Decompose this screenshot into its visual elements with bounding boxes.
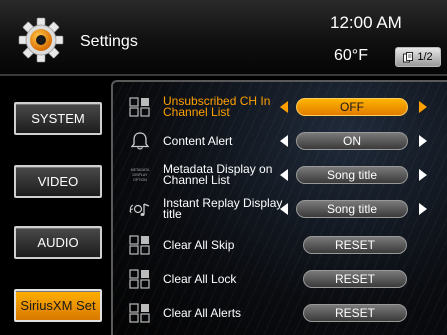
music-note-icon [129, 203, 150, 216]
svg-text:DISPLAY: DISPLAY [133, 173, 149, 177]
setting-row-unsubscribed-ch[interactable]: Unsubscribed CH In Channel List OFF [113, 90, 447, 124]
setting-label: Clear All Alerts [163, 305, 242, 320]
setting-row-metadata-display[interactable]: METADATA DISPLAY OPTION Metadata Display… [113, 158, 447, 192]
setting-label: Metadata Display on Channel List [163, 162, 273, 187]
arrow-left-icon[interactable] [280, 169, 288, 181]
setting-label: Clear All Skip [163, 237, 235, 252]
reset-button[interactable]: RESET [303, 236, 407, 254]
arrow-left-icon[interactable] [280, 135, 288, 147]
sidebar: SYSTEM VIDEO AUDIO SiriusXM Set [0, 78, 110, 335]
settings-panel: Unsubscribed CH In Channel List OFF Cont… [111, 80, 447, 335]
channel-list-icon [129, 303, 150, 323]
setting-value[interactable]: Song title [296, 166, 408, 184]
outside-temperature: 60°F [334, 47, 368, 64]
arrow-right-icon[interactable] [419, 101, 427, 113]
channel-list-icon [129, 269, 150, 289]
reset-button[interactable]: RESET [303, 304, 407, 322]
gear-icon [18, 17, 64, 63]
setting-value[interactable]: Song title [296, 200, 408, 218]
clock: 12:00 AM [330, 13, 402, 32]
setting-value[interactable]: OFF [296, 98, 408, 116]
setting-row-instant-replay[interactable]: Instant Replay Display title Song title [113, 192, 447, 226]
arrow-right-icon[interactable] [419, 203, 427, 215]
setting-value[interactable]: ON [296, 132, 408, 150]
page-number: 1/2 [417, 51, 433, 63]
header-bar: Settings 12:00 AM 60°F 1/2 [0, 0, 447, 76]
setting-row-clear-all-skip[interactable]: Clear All Skip RESET [113, 228, 447, 262]
arrow-left-icon[interactable] [280, 101, 288, 113]
sidebar-item-label: SiriusXM Set [20, 298, 96, 313]
setting-label: Instant Replay Display title [163, 196, 283, 221]
arrow-right-icon[interactable] [419, 135, 427, 147]
setting-label: Clear All Lock [163, 271, 237, 286]
sidebar-item-video[interactable]: VIDEO [14, 165, 102, 198]
channel-list-icon [129, 97, 150, 117]
sidebar-item-siriusxm-set[interactable]: SiriusXM Set [14, 289, 102, 322]
sidebar-item-system[interactable]: SYSTEM [14, 102, 102, 135]
setting-row-clear-all-alerts[interactable]: Clear All Alerts RESET [113, 296, 447, 330]
reset-button[interactable]: RESET [303, 270, 407, 288]
page-title: Settings [80, 33, 138, 50]
settings-screen: Settings 12:00 AM 60°F 1/2 SYSTEM VIDEO … [0, 0, 447, 335]
page-indicator-button[interactable]: 1/2 [395, 47, 441, 67]
arrow-left-icon[interactable] [280, 203, 288, 215]
sidebar-item-label: AUDIO [37, 235, 79, 250]
svg-text:METADATA: METADATA [131, 168, 150, 172]
setting-label: Content Alert [163, 133, 233, 148]
svg-text:OPTION: OPTION [133, 178, 147, 182]
metadata-display-icon: METADATA DISPLAY OPTION [131, 168, 150, 182]
sidebar-item-label: SYSTEM [31, 111, 85, 126]
pages-icon [403, 51, 414, 62]
arrow-right-icon[interactable] [419, 169, 427, 181]
sidebar-item-audio[interactable]: AUDIO [14, 226, 102, 259]
setting-label: Unsubscribed CH In Channel List [163, 94, 271, 119]
setting-row-clear-all-lock[interactable]: Clear All Lock RESET [113, 262, 447, 296]
bell-icon [130, 132, 150, 150]
channel-list-icon [129, 235, 150, 255]
setting-row-content-alert[interactable]: Content Alert ON [113, 124, 447, 158]
sidebar-item-label: VIDEO [37, 174, 79, 189]
